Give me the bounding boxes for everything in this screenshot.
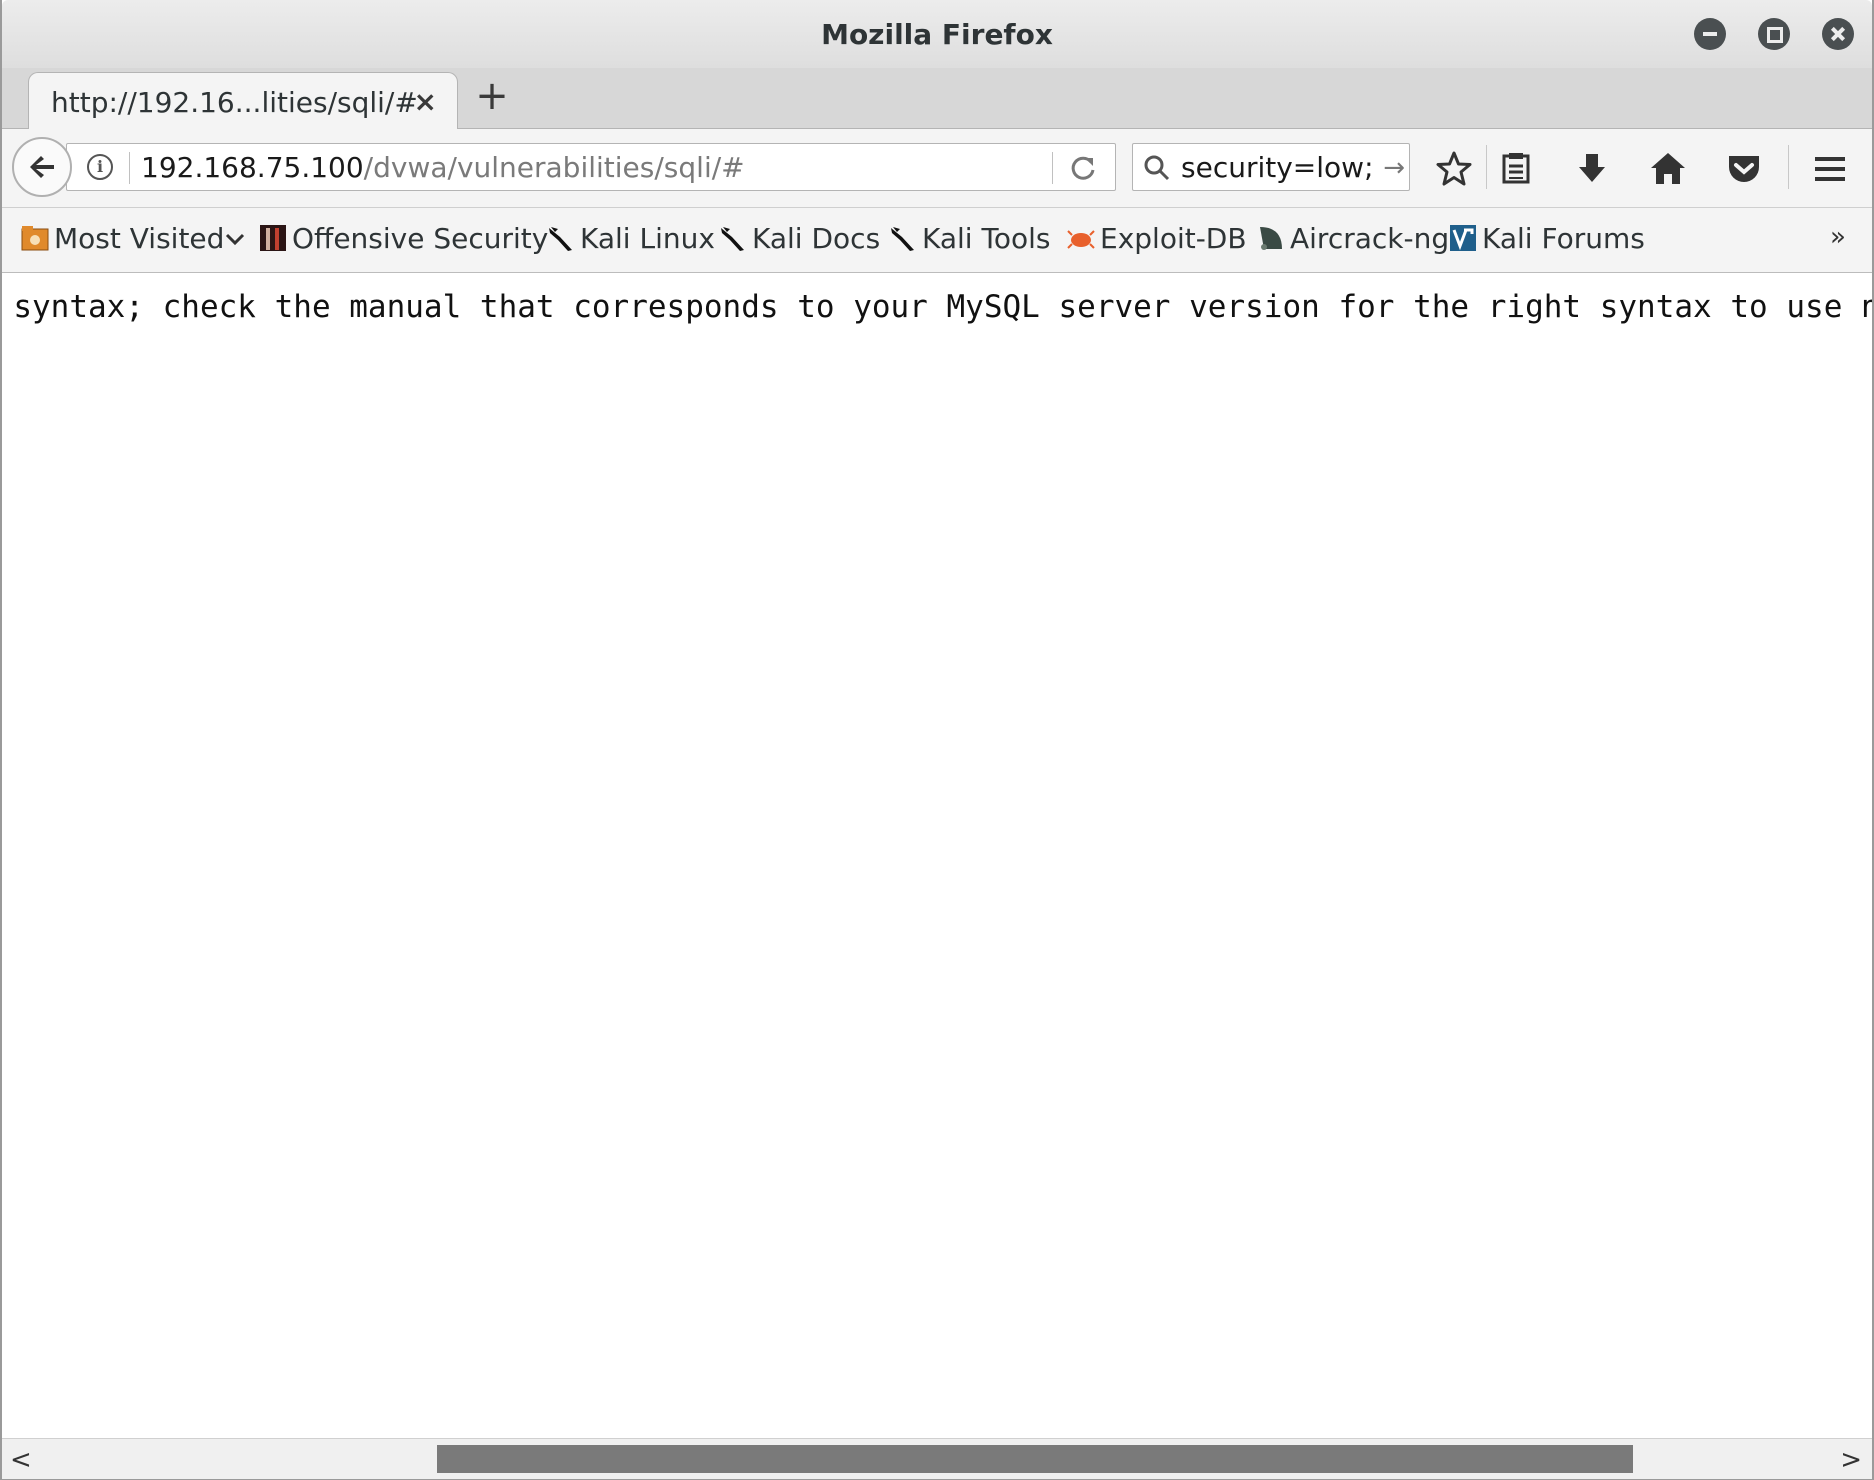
search-input[interactable]: security=low; P: [1181, 151, 1381, 184]
minimize-button[interactable]: [1694, 18, 1726, 50]
bookmark-label: Exploit-DB: [1100, 222, 1247, 255]
home-icon[interactable]: [1648, 149, 1688, 189]
tab-close-button[interactable]: ×: [414, 85, 437, 118]
maximize-button[interactable]: [1758, 18, 1790, 50]
bookmarks-list-icon[interactable]: [1496, 149, 1536, 189]
bookmark-kali-docs[interactable]: Kali Docs: [718, 222, 880, 258]
kali-dragon-icon: [891, 227, 914, 251]
kali-dragon-icon: [721, 227, 744, 251]
title-bar: Mozilla Firefox: [2, 0, 1872, 68]
exploit-db-icon: [1067, 230, 1095, 249]
scrollbar-thumb[interactable]: [437, 1445, 1633, 1473]
tab-strip: http://192.16...lities/sqli/# × +: [2, 68, 1872, 129]
bookmark-kali-forums[interactable]: Kali Forums: [1448, 222, 1645, 258]
bookmark-most-visited[interactable]: Most Visited: [20, 222, 246, 258]
site-info-icon[interactable]: i: [87, 154, 113, 180]
kali-forums-icon: [1450, 225, 1476, 251]
bookmarks-toolbar: Most Visited Offensive Security Kali Lin…: [2, 208, 1872, 273]
bookmark-star-icon[interactable]: [1434, 149, 1474, 189]
browser-window: Mozilla Firefox http://192.16...lities/s…: [0, 0, 1874, 1480]
back-button[interactable]: [12, 137, 72, 197]
search-go-icon[interactable]: →: [1383, 153, 1405, 183]
tab-active[interactable]: http://192.16...lities/sqli/# ×: [28, 72, 458, 129]
bookmark-label: Kali Tools: [922, 222, 1051, 255]
reload-separator: [1052, 152, 1053, 184]
chevron-down-icon: [226, 233, 245, 246]
bookmark-label: Offensive Security: [292, 222, 549, 255]
kali-dragon-icon: [549, 227, 572, 251]
bookmark-aircrack-ng[interactable]: Aircrack-ng: [1256, 222, 1449, 258]
bookmark-offensive-security[interactable]: Offensive Security: [258, 222, 548, 258]
menu-hamburger-icon[interactable]: [1810, 149, 1850, 189]
bookmark-label: Aircrack-ng: [1290, 222, 1450, 255]
url-path: /dvwa/vulnerabilities/sqli/#: [363, 151, 745, 184]
reload-icon[interactable]: [1067, 152, 1099, 184]
bookmark-label: Kali Docs: [752, 222, 881, 255]
horizontal-scrollbar[interactable]: < >: [2, 1438, 1872, 1479]
bookmark-kali-linux[interactable]: Kali Linux: [546, 222, 715, 258]
aircrack-icon: [1260, 227, 1282, 250]
bookmark-exploit-db[interactable]: Exploit-DB: [1066, 222, 1247, 258]
bookmark-kali-tools[interactable]: Kali Tools: [888, 222, 1050, 258]
toolbar-separator: [1486, 145, 1487, 189]
search-bar[interactable]: security=low; P →: [1132, 143, 1410, 191]
bookmark-label: Kali Forums: [1482, 222, 1645, 255]
navigation-toolbar: i 192.168.75.100/dvwa/vulnerabilities/sq…: [2, 129, 1872, 208]
offensive-security-icon: [260, 225, 286, 251]
scroll-left-button[interactable]: <: [10, 1445, 32, 1475]
tab-title: http://192.16...lities/sqli/#: [51, 86, 418, 119]
toolbar-separator: [1788, 145, 1789, 189]
url-separator: [129, 152, 130, 184]
page-content: L syntax; check the manual that correspo…: [2, 273, 1872, 1438]
close-window-button[interactable]: [1822, 18, 1854, 50]
window-title: Mozilla Firefox: [821, 18, 1053, 51]
folder-icon: [21, 226, 49, 251]
bookmark-label: Kali Linux: [580, 222, 715, 255]
scroll-right-button[interactable]: >: [1840, 1445, 1862, 1475]
downloads-icon[interactable]: [1572, 149, 1612, 189]
back-arrow-icon: [30, 156, 54, 178]
new-tab-button[interactable]: +: [472, 76, 512, 116]
bookmark-label: Most Visited: [54, 222, 225, 255]
bookmarks-overflow-button[interactable]: »: [1830, 222, 1846, 252]
search-icon: [1144, 155, 1170, 181]
pocket-icon[interactable]: [1724, 149, 1764, 189]
url-bar[interactable]: i 192.168.75.100/dvwa/vulnerabilities/sq…: [66, 143, 1116, 191]
url-text[interactable]: 192.168.75.100/dvwa/vulnerabilities/sqli…: [141, 151, 745, 184]
sql-error-message: L syntax; check the manual that correspo…: [2, 289, 1872, 325]
url-host: 192.168.75.100: [141, 151, 364, 184]
